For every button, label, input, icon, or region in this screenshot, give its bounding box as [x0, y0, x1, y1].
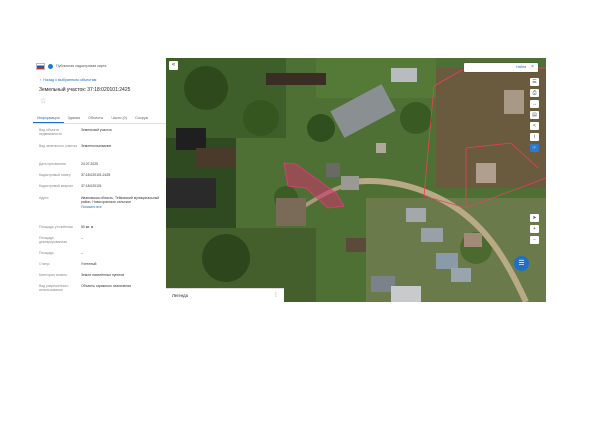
attribute-value: Ивановская область, Тейковский муниципал…: [81, 196, 161, 209]
pointer-icon[interactable]: ☞: [530, 144, 539, 152]
attribute-value: –: [81, 236, 83, 240]
attribute-value: Объекты гаражного назначения: [81, 284, 131, 288]
object-title: Земельный участок: 37:18:020101:2425: [39, 87, 131, 93]
attribute-label: Статус: [39, 262, 50, 266]
info-icon[interactable]: i: [530, 133, 539, 141]
attribute-label: Кадастровый квартал: [39, 184, 74, 188]
address-text: Ивановская область, Тейковский муниципал…: [81, 196, 160, 205]
info-panel: Публичная кадастровая карта ‹ Назад к выб…: [33, 58, 167, 302]
favorite-star-icon[interactable]: ☆: [40, 98, 46, 105]
attribute-value: 37:18:020101: [81, 184, 102, 188]
ruler-icon[interactable]: ▤: [530, 111, 539, 119]
chevron-left-icon: ‹: [40, 78, 42, 82]
satellite-imagery: [166, 58, 546, 302]
attribute-label: Площадь: [39, 251, 54, 255]
attribute-label: Кадастровый номер: [39, 173, 71, 177]
legend-title: Легенда: [172, 293, 188, 298]
attribute-value: Земельный участок: [81, 128, 112, 132]
attribute-label: Площадь декларированная: [39, 236, 67, 245]
app-title: Публичная кадастровая карта: [56, 64, 107, 68]
show-all-link[interactable]: Показать все: [81, 205, 161, 209]
attribute-label: Вид разрешенного использования: [39, 284, 69, 293]
search-input[interactable]: [466, 63, 518, 72]
attribute-value: 50 кв. м: [81, 225, 94, 229]
attribute-label: Вид объекта недвижимости: [39, 128, 62, 137]
zoom-out-icon[interactable]: −: [530, 236, 539, 244]
info-tabs: Информация Здания Объекты Части (0) Соор…: [33, 113, 166, 124]
attribute-label: Площадь уточнённая: [39, 225, 73, 229]
attribute-value: –: [81, 251, 83, 255]
attribute-value: 24.07.2025: [81, 162, 98, 166]
back-to-selected-link[interactable]: ‹ Назад к выбранным объектам: [40, 78, 96, 82]
measure-icon[interactable]: ↔: [530, 100, 539, 108]
attribute-label: Категория земель: [39, 273, 68, 277]
close-icon[interactable]: ×: [531, 64, 534, 70]
tab-objects[interactable]: Объекты: [84, 113, 107, 123]
back-link-label: Назад к выбранным объектам: [43, 78, 97, 82]
collapse-panel-button[interactable]: «: [169, 61, 178, 70]
app-header: Публичная кадастровая карта: [36, 62, 106, 70]
attribute-value: Землепользование: [81, 144, 112, 148]
kebab-menu-icon[interactable]: ⋮: [273, 291, 279, 298]
russian-flag-icon: [36, 62, 45, 70]
tab-buildings[interactable]: Здания: [64, 113, 85, 123]
map-search: Найти ×: [464, 63, 538, 72]
map-view[interactable]: « Найти × ☰ ⎙ ↔ ▤ < i ☞ ➤ + − ☰ Легенда …: [166, 58, 546, 302]
legend-bar[interactable]: Легенда ⋮: [166, 288, 284, 302]
share-icon[interactable]: <: [530, 122, 539, 130]
attribute-label: Адрес: [39, 196, 49, 200]
search-button[interactable]: Найти: [516, 65, 526, 69]
layers-icon[interactable]: ☰: [530, 78, 539, 86]
attribute-label: Дата присвоения: [39, 162, 66, 166]
attribute-value: Земли населённых пунктов: [81, 273, 125, 277]
chat-icon[interactable]: ☰: [514, 256, 529, 271]
app-window: Публичная кадастровая карта ‹ Назад к выб…: [33, 58, 546, 302]
tab-information[interactable]: Информация: [33, 113, 64, 123]
zoom-in-icon[interactable]: +: [530, 225, 539, 233]
print-icon[interactable]: ⎙: [530, 89, 539, 97]
attribute-label: Вид земельного участка: [39, 144, 78, 148]
rosreestr-logo-icon[interactable]: [48, 63, 53, 69]
attribute-value: Учтенный: [81, 262, 97, 266]
attribute-value: 37:18:020101:2425: [81, 173, 111, 177]
tab-structures[interactable]: Сооруж: [131, 113, 152, 123]
tab-parts[interactable]: Части (0): [107, 113, 131, 123]
locate-icon[interactable]: ➤: [530, 214, 539, 222]
